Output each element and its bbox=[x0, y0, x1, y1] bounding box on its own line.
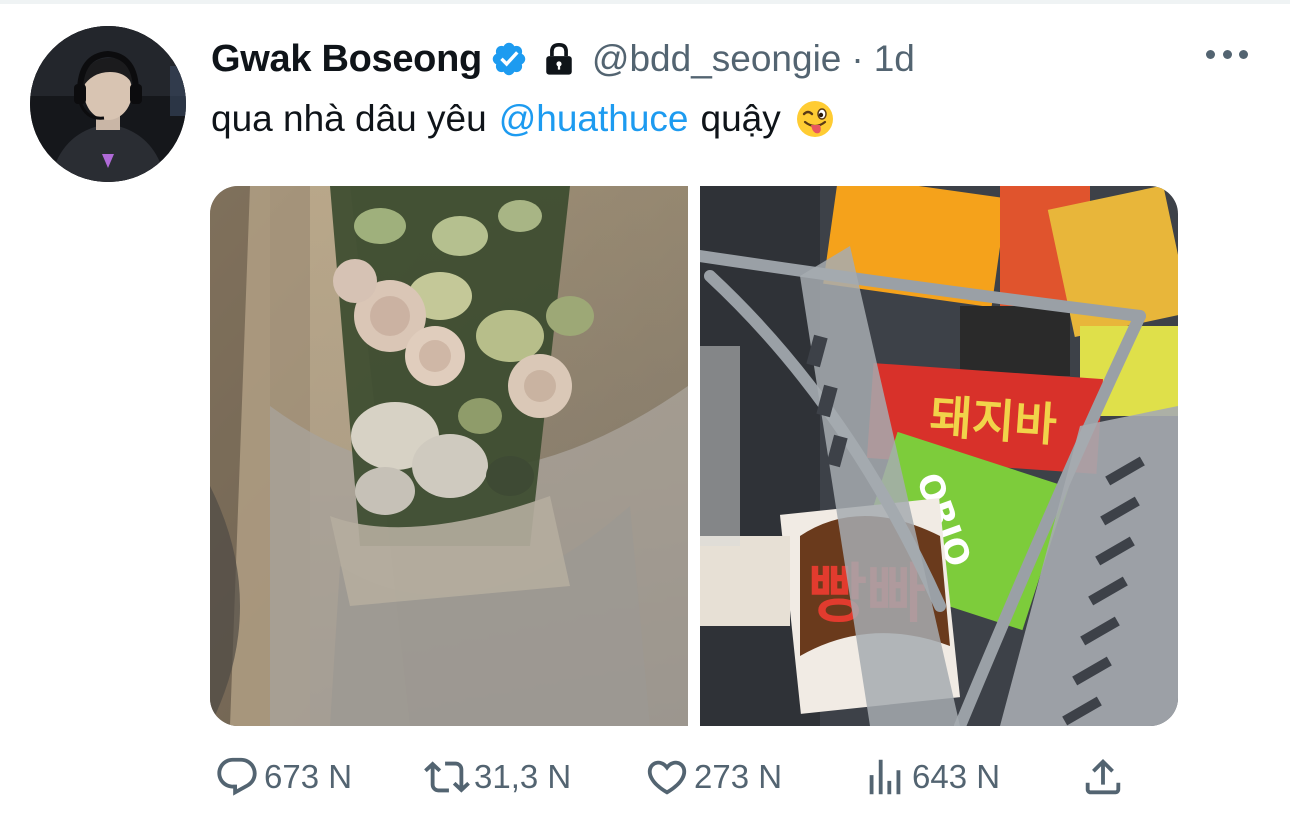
avatar[interactable] bbox=[30, 26, 186, 182]
top-divider bbox=[0, 0, 1290, 4]
views-count: 643 N bbox=[912, 758, 1001, 795]
tweet-text-after: quậy bbox=[700, 98, 781, 139]
views-chart-icon bbox=[869, 759, 901, 795]
heart-icon bbox=[647, 760, 687, 795]
reply-icon bbox=[217, 757, 257, 796]
verified-badge-icon bbox=[490, 40, 528, 78]
svg-text:돼지바: 돼지바 bbox=[928, 389, 1058, 452]
retweet-button[interactable]: 31,3 N bbox=[424, 748, 571, 806]
avatar-photo-icon bbox=[30, 26, 186, 182]
separator-dot: · bbox=[851, 38, 864, 79]
reply-count: 673 N bbox=[264, 758, 353, 795]
like-button[interactable]: 273 N bbox=[644, 748, 782, 806]
tweet-actions: 673 N 31,3 N 273 N 643 N bbox=[210, 748, 1130, 806]
retweet-icon bbox=[424, 761, 470, 793]
tweet-text-before: qua nhà dâu yêu bbox=[211, 98, 487, 139]
mention-link[interactable]: @huathuce bbox=[499, 98, 689, 140]
lock-icon bbox=[542, 40, 576, 78]
share-button[interactable] bbox=[1080, 748, 1126, 806]
snacks-basket-photo-icon: 돼지바 ORIO 빵빠 bbox=[700, 186, 1178, 726]
tweet-header: Gwak Boseong @bdd_seongie · 1d bbox=[211, 34, 915, 84]
tweet-media[interactable]: 돼지바 ORIO 빵빠 bbox=[210, 186, 1178, 726]
share-icon bbox=[1085, 758, 1121, 795]
views-button[interactable]: 643 N bbox=[862, 748, 1000, 806]
tweet-timestamp[interactable]: 1d bbox=[874, 38, 915, 80]
reply-button[interactable]: 673 N bbox=[214, 748, 352, 806]
winking-tongue-emoji-icon bbox=[795, 99, 835, 139]
display-name[interactable]: Gwak Boseong bbox=[211, 38, 482, 81]
user-handle[interactable]: @bdd_seongie bbox=[592, 38, 841, 80]
tweet-text: qua nhà dâu yêu @huathuce quậy bbox=[211, 98, 835, 140]
retweet-count: 31,3 N bbox=[474, 758, 572, 795]
flower-bouquet-photo-icon bbox=[210, 186, 688, 726]
more-options-icon[interactable] bbox=[1206, 40, 1248, 68]
media-photo-bouquet[interactable] bbox=[210, 186, 688, 726]
media-photo-snacks[interactable]: 돼지바 ORIO 빵빠 bbox=[700, 186, 1178, 726]
like-count: 273 N bbox=[694, 758, 783, 795]
